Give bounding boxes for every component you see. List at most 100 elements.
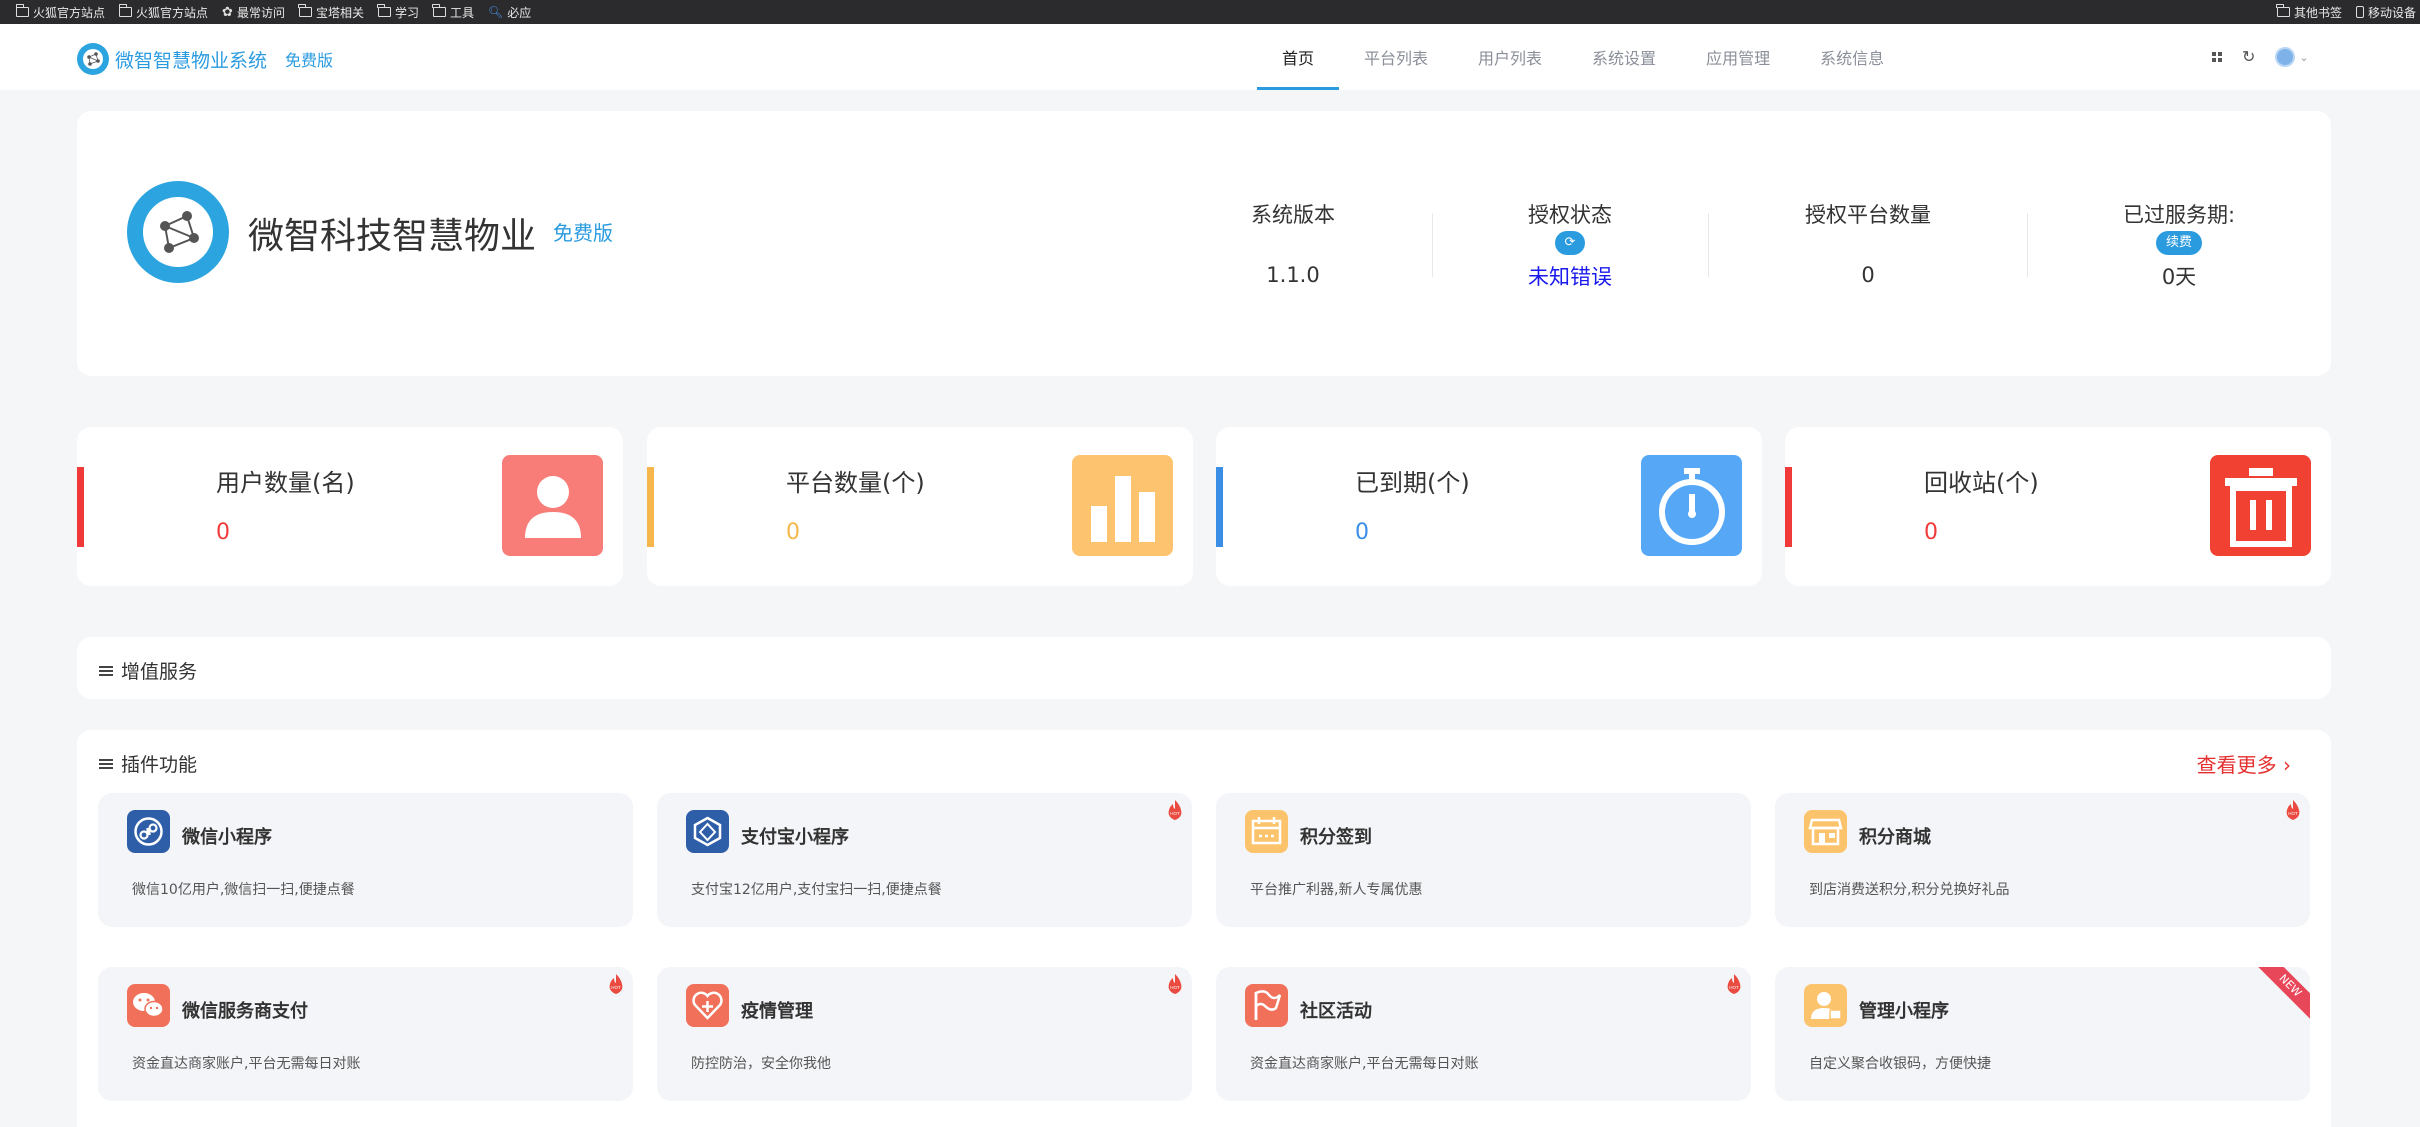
plugin-title: 支付宝小程序 (741, 827, 849, 848)
brand-name: 微智智慧物业系统 (115, 49, 268, 72)
bookmark-label: 其他书签 (2293, 5, 2342, 20)
plugin-card[interactable]: 微信服务商支付资金直达商家账户,平台无需每日对账 HOT (98, 967, 633, 1101)
admin-icon (1804, 984, 1847, 1027)
tab-app-management[interactable]: 应用管理 (1681, 24, 1795, 90)
bookmark-label: 宝塔相关 (315, 5, 364, 20)
plugin-description: 支付宝12亿用户,支付宝扫一扫,便捷点餐 (691, 882, 942, 898)
svg-text:HOT: HOT (611, 985, 621, 990)
tab-home[interactable]: 首页 (1257, 24, 1340, 90)
plugin-card[interactable]: 积分商城到店消费送积分,积分兑换好礼品 HOT (1775, 793, 2310, 927)
company-logo (127, 181, 229, 283)
plugin-card[interactable]: 管理小程序 自定义聚合收银码，方便快捷 NEW (1775, 967, 2310, 1101)
bookmark-item[interactable]: 宝塔相关 (298, 4, 364, 21)
plugin-title: 积分商城 (1859, 827, 1931, 848)
plugin-card[interactable]: 积分签到平台推广利器,新人专属优惠 (1216, 793, 1751, 927)
folder-icon (432, 4, 446, 17)
accent-bar (1785, 467, 1792, 547)
heart-icon (686, 984, 729, 1027)
hot-badge-icon: HOT (1166, 799, 1184, 821)
platform-count-value: 0 (1861, 263, 1875, 287)
top-navbar: 微智智慧物业系统 免费版 首页 平台列表 用户列表 系统设置 应用管理 系统信息… (0, 24, 2420, 90)
license-refresh-button[interactable]: ⟳ (1554, 231, 1586, 255)
bookmark-item-mobile[interactable]: 移动设备 (2355, 4, 2416, 21)
chevron-down-icon: ⌄ (2299, 50, 2309, 64)
plugin-description: 资金直达商家账户,平台无需每日对账 (132, 1056, 361, 1072)
bookmark-item[interactable]: 学习 (377, 4, 419, 21)
user-icon (502, 455, 603, 556)
company-name: 微智科技智慧物业 (248, 216, 537, 257)
new-ribbon: NEW (2255, 967, 2310, 1021)
logo-icon (77, 43, 109, 75)
divider (1708, 213, 1709, 277)
section-title: 插件功能 (121, 754, 198, 776)
hot-badge-icon: HOT (1725, 973, 1743, 995)
stat-license: 授权状态 ⟳ 未知错误 (1440, 199, 1700, 291)
wechat-miniprogram-icon (127, 810, 170, 853)
stat-service-period: 已过服务期: 续费 0天 (2049, 199, 2309, 291)
metric-card-recycle: 回收站(个) 0 (1785, 427, 2331, 586)
system-info-card: 微智科技智慧物业 免费版 系统版本 1.1.0 授权状态 ⟳ 未知错误 授权平台… (77, 111, 2331, 376)
accent-bar (647, 467, 654, 547)
svg-text:HOT: HOT (1170, 811, 1180, 816)
bookmark-item[interactable]: ✿ 最常访问 (222, 4, 285, 21)
bookmark-item[interactable]: 🔍︎ 必应 (488, 4, 531, 21)
plugin-card[interactable]: 疫情管理 防控防治，安全你我他 HOT (657, 967, 1192, 1101)
view-more-link[interactable]: 查看更多 › (2197, 749, 2291, 778)
plugin-card[interactable]: 社区活动 资金直达商家账户,平台无需每日对账 HOT (1216, 967, 1751, 1101)
tab-system-settings[interactable]: 系统设置 (1567, 24, 1681, 90)
bookmark-label: 最常访问 (236, 5, 285, 20)
tab-user-list[interactable]: 用户列表 (1453, 24, 1567, 90)
metric-value: 0 (1924, 520, 1938, 545)
metric-value: 0 (1355, 520, 1369, 545)
tab-platform-list[interactable]: 平台列表 (1339, 24, 1453, 90)
svg-text:HOT: HOT (2288, 811, 2298, 816)
plugin-description: 平台推广利器,新人专属优惠 (1250, 882, 1423, 898)
plugin-title: 疫情管理 (741, 1001, 813, 1022)
bookmark-label: 必应 (507, 5, 532, 20)
plugin-description: 自定义聚合收银码，方便快捷 (1809, 1056, 1991, 1072)
user-menu[interactable]: ⌄ (2275, 47, 2309, 67)
value-added-section: 增值服务 (77, 637, 2331, 699)
wechat-pay-icon (127, 984, 170, 1027)
bookmark-label: 学习 (394, 5, 419, 20)
metric-value: 0 (216, 520, 230, 545)
sliders-icon (99, 665, 113, 677)
bookmark-item[interactable]: 火狐官方站点 (15, 4, 105, 21)
brand[interactable]: 微智智慧物业系统 免费版 (77, 43, 333, 75)
plugin-card[interactable]: 微信小程序 微信10亿用户,微信扫一扫,便捷点餐 (98, 793, 633, 927)
plugin-card[interactable]: 支付宝小程序支付宝12亿用户,支付宝扫一扫,便捷点餐 HOT (657, 793, 1192, 927)
bookmark-item[interactable]: 工具 (432, 4, 474, 21)
sliders-icon (99, 758, 113, 770)
plugin-description: 资金直达商家账户,平台无需每日对账 (1250, 1056, 1479, 1072)
folder-icon (15, 4, 29, 17)
section-title: 增值服务 (121, 661, 198, 683)
service-period-value: 0天 (2161, 265, 2197, 289)
folder-icon (2276, 4, 2290, 17)
stopwatch-icon (1641, 455, 1742, 556)
metric-label: 用户数量(名) (216, 469, 355, 497)
version-value: 1.1.0 (1266, 263, 1320, 287)
license-value: 未知错误 (1528, 265, 1612, 289)
plugin-description: 到店消费送积分,积分兑换好礼品 (1809, 882, 2010, 898)
license-label: 授权状态 (1528, 203, 1612, 227)
plugin-title: 积分签到 (1300, 827, 1372, 848)
renew-button[interactable]: 续费 (2155, 231, 2202, 255)
view-more-label: 查看更多 (2196, 753, 2277, 777)
bookmark-item[interactable]: 火狐官方站点 (118, 4, 208, 21)
metric-value: 0 (786, 520, 800, 545)
bookmark-label: 工具 (449, 5, 474, 20)
stat-platform-count: 授权平台数量 0 (1738, 199, 1998, 287)
calendar-icon (1245, 810, 1288, 853)
platform-count-label: 授权平台数量 (1805, 203, 1931, 227)
gear-icon: ✿ (222, 4, 233, 20)
refresh-icon[interactable]: ↻ (2242, 49, 2255, 65)
apps-grid-icon[interactable] (2212, 52, 2222, 62)
plugin-title: 微信服务商支付 (182, 1001, 308, 1022)
accent-bar (77, 467, 84, 547)
metric-label: 平台数量(个) (786, 469, 925, 497)
network-icon (143, 197, 213, 267)
hot-badge-icon: HOT (607, 973, 625, 995)
divider (2027, 213, 2028, 277)
tab-system-info[interactable]: 系统信息 (1795, 24, 1909, 90)
bookmark-item-other[interactable]: 其他书签 (2276, 4, 2342, 21)
